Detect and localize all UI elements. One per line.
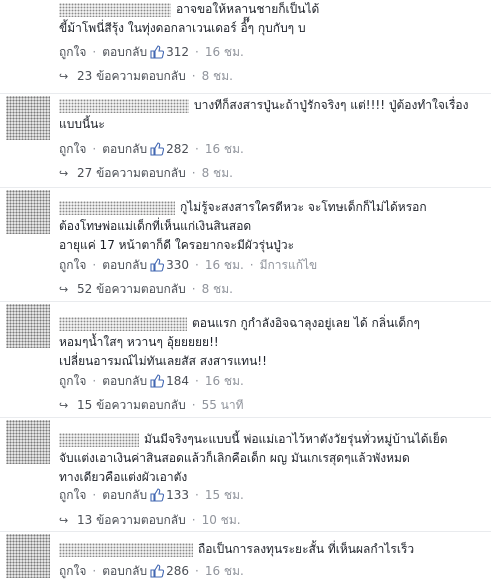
timestamp[interactable]: 16 ชม. [205,562,244,581]
comment-actions: ถูกใจ · ตอบกลับ 312 · 16 ชม. [59,43,244,61]
like-link[interactable]: ถูกใจ [59,43,86,62]
comment-3: กูไม่รู้จะสงสารใครดีหวะ จะโทษเด็กก็ไม่ได… [0,188,491,298]
comment-6: ถือเป็นการลงทุนระยะสั้น ที่เห็นผลกำไรเร็… [0,532,491,581]
like-link[interactable]: ถูกใจ [59,486,86,505]
thumbs-up-icon[interactable] [150,45,165,59]
comment-2: บางทีก็สงสารปู่นะถ้าปู่รักจริงๆ แต่!!!! … [0,94,491,184]
like-link[interactable]: ถูกใจ [59,562,86,581]
view-replies-link[interactable]: ↪ 52 ข้อความตอบกลับ · 8 ชม. [59,280,233,298]
thumbs-up-icon[interactable] [150,258,165,272]
reply-arrow-icon: ↪ [59,69,69,83]
reply-arrow-icon: ↪ [59,513,69,527]
reply-link[interactable]: ตอบกลับ [102,43,147,62]
timestamp[interactable]: 15 ชม. [205,486,244,505]
timestamp[interactable]: 16 ชม. [205,256,244,275]
avatar[interactable] [6,304,50,348]
view-replies-link[interactable]: ↪ 13 ข้อความตอบกลับ · 10 ชม. [59,511,241,529]
comment-actions: ถูกใจ · ตอบกลับ 133 · 15 ชม. [59,486,244,504]
reply-link[interactable]: ตอบกลับ [102,562,147,581]
like-link[interactable]: ถูกใจ [59,256,86,275]
reply-link[interactable]: ตอบกลับ [102,140,147,159]
comment-actions: ถูกใจ · ตอบกลับ 184 · 16 ชม. [59,372,244,390]
edited-label[interactable]: มีการแก้ไข [260,256,318,275]
avatar[interactable] [6,420,50,464]
timestamp[interactable]: 16 ชม. [205,43,244,62]
comment-4: ตอนแรก กูกำลังอิจฉาลุงอยู่เลย ได้ กลิ่นเ… [0,302,491,414]
like-count[interactable]: 312 [166,45,189,59]
thumbs-up-icon[interactable] [150,564,165,578]
reply-arrow-icon: ↪ [59,398,69,412]
replies-time: 8 ชม. [201,68,233,83]
reply-link[interactable]: ตอบกลับ [102,256,147,275]
avatar[interactable] [6,190,50,234]
reply-link[interactable]: ตอบกลับ [102,486,147,505]
view-replies-link[interactable]: ↪ 23 ข้อความตอบกลับ · 8 ชม. [59,67,233,85]
like-count[interactable]: 184 [166,374,189,388]
reply-arrow-icon: ↪ [59,282,69,296]
comment-actions: ถูกใจ · ตอบกลับ 330 · 16 ชม. · มีการแก้ไ… [59,256,317,274]
avatar[interactable] [6,534,50,578]
comment-text: อาจขอให้หลานชายก็เป็นได้ ขี้ม้าโพนี่สีรุ… [59,2,320,35]
avatar[interactable] [6,96,50,140]
comment-text: บางทีก็สงสารปู่นะถ้าปู่รักจริงๆ แต่!!!! … [59,98,469,131]
comment-1: อาจขอให้หลานชายก็เป็นได้ ขี้ม้าโพนี่สีรุ… [0,0,491,92]
timestamp[interactable]: 16 ชม. [205,372,244,391]
comment-actions: ถูกใจ · ตอบกลับ 286 · 16 ชม. [59,562,244,580]
replies-time: 8 ชม. [201,165,233,180]
replies-time: 8 ชม. [201,281,233,296]
thumbs-up-icon[interactable] [150,142,165,156]
timestamp[interactable]: 16 ชม. [205,140,244,159]
comment-5: มันมีจริงๆนะแบบนี้ พ่อแม่เอาไว้หาตังวัยร… [0,418,491,530]
replies-time: 55 นาที [201,397,244,412]
view-replies-link[interactable]: ↪ 27 ข้อความตอบกลับ · 8 ชม. [59,164,233,182]
thumbs-up-icon[interactable] [150,374,165,388]
comment-actions: ถูกใจ · ตอบกลับ 282 · 16 ชม. [59,140,244,158]
thumbs-up-icon[interactable] [150,488,165,502]
comment-text: ถือเป็นการลงทุนระยะสั้น ที่เห็นผลกำไรเร็… [198,542,415,556]
like-link[interactable]: ถูกใจ [59,372,86,391]
like-count[interactable]: 133 [166,488,189,502]
reply-arrow-icon: ↪ [59,166,69,180]
like-link[interactable]: ถูกใจ [59,140,86,159]
like-count[interactable]: 286 [166,564,189,578]
reply-link[interactable]: ตอบกลับ [102,372,147,391]
replies-time: 10 ชม. [201,512,241,527]
comment-text: มันมีจริงๆนะแบบนี้ พ่อแม่เอาไว้หาตังวัยร… [59,432,448,484]
view-replies-link[interactable]: ↪ 15 ข้อความตอบกลับ · 55 นาที [59,396,244,414]
like-count[interactable]: 282 [166,142,189,156]
comment-text: ตอนแรก กูกำลังอิจฉาลุงอยู่เลย ได้ กลิ่นเ… [59,316,420,368]
comment-text: กูไม่รู้จะสงสารใครดีหวะ จะโทษเด็กก็ไม่ได… [59,200,427,252]
like-count[interactable]: 330 [166,258,189,272]
